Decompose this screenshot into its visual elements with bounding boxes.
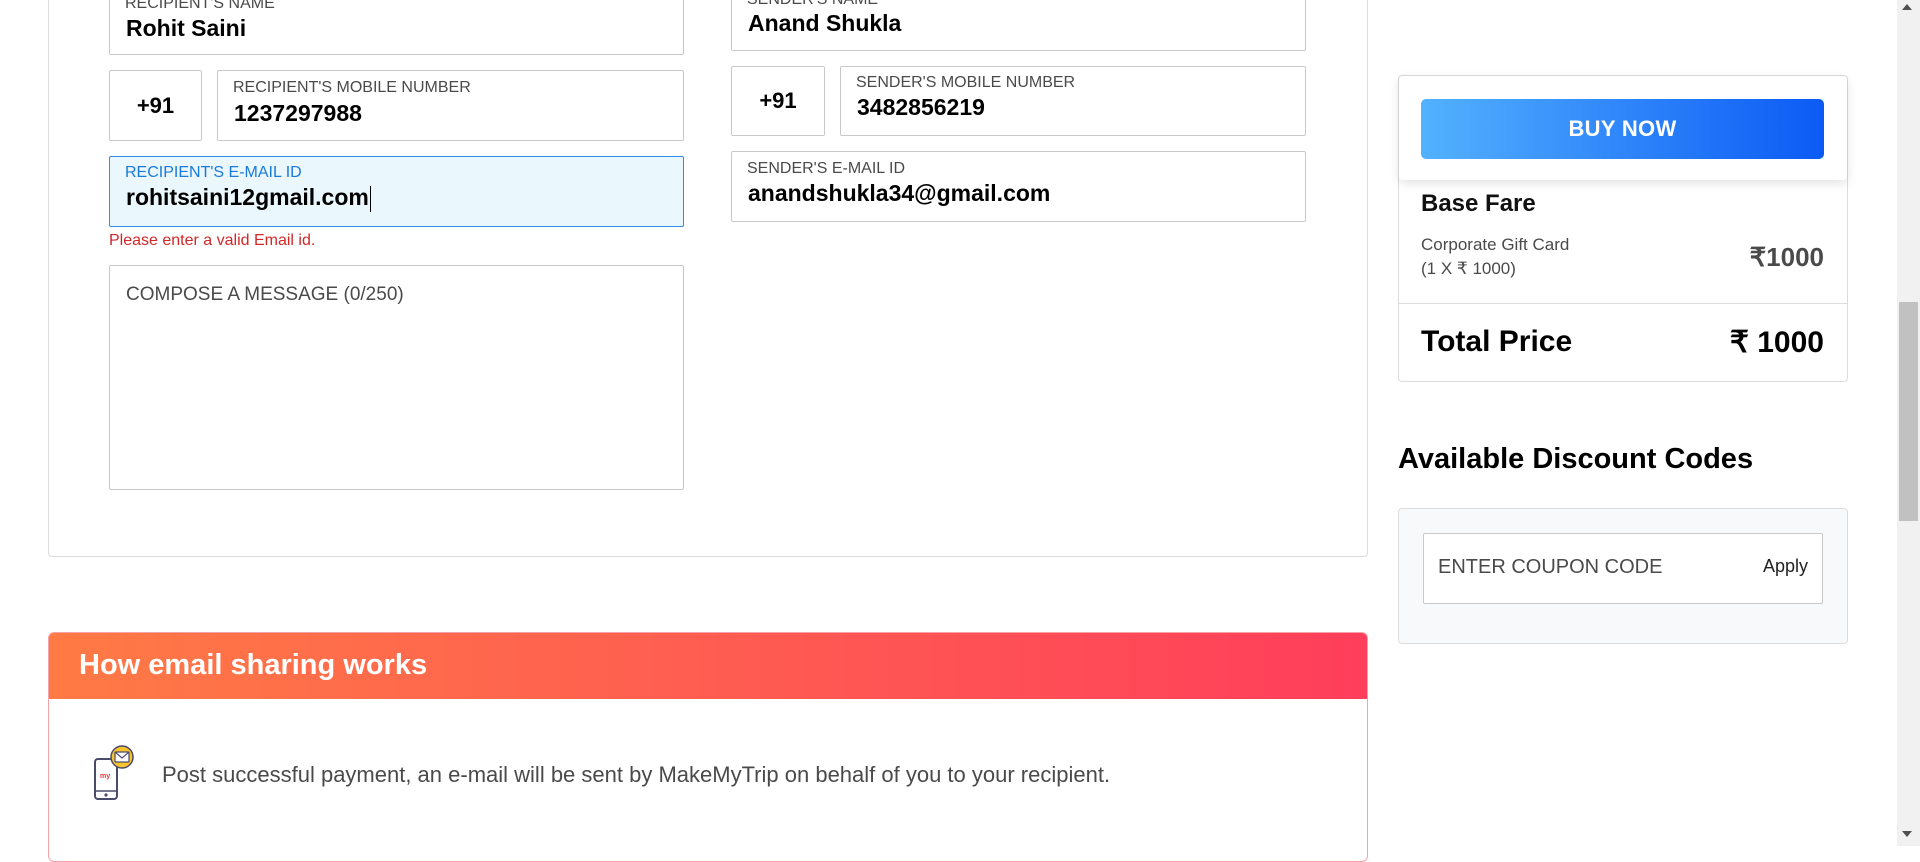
apply-coupon-button[interactable]: Apply [1763, 556, 1808, 577]
how-email-sharing-title: How email sharing works [79, 649, 428, 681]
sender-country-code[interactable]: +91 [731, 66, 825, 136]
sender-mobile-value: 3482856219 [857, 94, 985, 120]
recipient-name-value: Rohit Saini [126, 15, 247, 41]
total-price-value: ₹ 1000 [1729, 326, 1824, 359]
item-name: Corporate Gift Card [1421, 235, 1570, 254]
recipient-country-code[interactable]: +91 [109, 70, 202, 141]
how-email-sharing-header: How email sharing works [49, 633, 1367, 699]
price-divider [1399, 303, 1847, 304]
compose-message-placeholder: COMPOSE A MESSAGE (0/250) [126, 284, 404, 305]
recipient-email-field[interactable]: RECIPIENT'S E-MAIL ID rohitsaini12gmail.… [109, 156, 684, 227]
sender-name-value: Anand Shukla [748, 10, 902, 36]
scrollbar-thumb[interactable] [1899, 302, 1918, 521]
recipient-email-error: Please enter a valid Email id. [109, 232, 316, 249]
recipient-mobile-value: 1237297988 [234, 100, 362, 126]
phone-email-icon: my [94, 745, 134, 800]
item-quantity: (1 X ₹ 1000) [1421, 259, 1516, 278]
recipient-name-field[interactable]: RECIPIENT'S NAME Rohit Saini [109, 0, 684, 55]
recipient-mobile-label: RECIPIENT'S MOBILE NUMBER [233, 79, 471, 96]
recipient-name-label: RECIPIENT'S NAME [125, 0, 275, 12]
sender-mobile-field[interactable]: SENDER'S MOBILE NUMBER 3482856219 [840, 66, 1306, 136]
discount-codes-title: Available Discount Codes [1398, 443, 1754, 475]
how-email-sharing-text: Post successful payment, an e-mail will … [162, 762, 1111, 787]
sender-email-field[interactable]: SENDER'S E-MAIL ID anandshukla34@gmail.c… [731, 151, 1306, 222]
sender-name-field[interactable]: SENDER'S NAME Anand Shukla [731, 0, 1306, 51]
compose-message-textarea[interactable]: COMPOSE A MESSAGE (0/250) [109, 265, 684, 490]
coupon-code-placeholder: ENTER COUPON CODE [1438, 556, 1663, 578]
recipient-email-value: rohitsaini12gmail.com [126, 184, 371, 212]
sender-email-value: anandshukla34@gmail.com [748, 180, 1051, 206]
scroll-up-arrow-icon[interactable] [1902, 4, 1912, 10]
sender-name-label: SENDER'S NAME [747, 0, 878, 9]
recipient-mobile-field[interactable]: RECIPIENT'S MOBILE NUMBER 1237297988 [217, 70, 684, 141]
sender-email-label: SENDER'S E-MAIL ID [747, 160, 906, 177]
base-fare-label: Base Fare [1421, 190, 1536, 217]
text-caret [369, 185, 371, 212]
sender-mobile-label: SENDER'S MOBILE NUMBER [856, 74, 1076, 91]
scroll-down-arrow-icon[interactable] [1902, 831, 1912, 837]
recipient-email-label: RECIPIENT'S E-MAIL ID [125, 164, 302, 181]
item-price: ₹1000 [1749, 242, 1824, 272]
svg-text:my: my [100, 773, 110, 780]
buy-now-button[interactable]: BUY NOW [1421, 99, 1824, 159]
total-price-label: Total Price [1421, 325, 1573, 358]
coupon-code-field[interactable]: ENTER COUPON CODE Apply [1423, 533, 1823, 604]
how-email-sharing-card: How email sharing works my Post successf… [48, 632, 1368, 862]
